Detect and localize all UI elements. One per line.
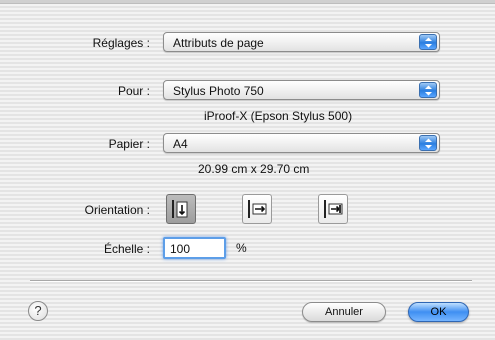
printer-description: iProof-X (Epson Stylus 500) <box>204 109 353 123</box>
orientation-landscape-left-button[interactable] <box>242 194 272 224</box>
landscape-right-icon <box>324 200 343 218</box>
scale-input-value: 100 <box>170 242 191 256</box>
format-for-popup-value: Stylus Photo 750 <box>173 84 264 98</box>
help-icon: ? <box>34 303 42 318</box>
paper-dimensions: 20.99 cm x 29.70 cm <box>198 162 310 176</box>
landscape-left-icon <box>248 200 267 218</box>
scale-label-text: Échelle <box>103 242 144 256</box>
divider <box>30 280 472 282</box>
scale-unit: % <box>236 241 247 255</box>
paper-label: Papier : <box>108 137 150 151</box>
format-for-popup[interactable]: Stylus Photo 750 <box>163 80 440 100</box>
orientation-label: Orientation : <box>84 203 150 217</box>
settings-label: Réglages : <box>92 36 150 50</box>
settings-popup[interactable]: Attributs de page <box>163 32 440 52</box>
portrait-orientation-icon <box>172 200 188 218</box>
paper-popup[interactable]: A4 <box>163 133 440 153</box>
settings-label-text: Réglages <box>92 36 144 50</box>
help-button[interactable]: ? <box>28 301 48 321</box>
popup-arrows-icon <box>419 34 437 50</box>
scale-label: Échelle : <box>103 242 150 256</box>
popup-arrows-icon <box>419 135 437 151</box>
paper-popup-value: A4 <box>173 137 188 151</box>
orientation-portrait-button[interactable] <box>166 194 196 224</box>
settings-popup-value: Attributs de page <box>173 36 264 50</box>
format-for-label-text: Pour <box>117 84 144 98</box>
cancel-button[interactable]: Annuler <box>302 302 386 322</box>
window-top-border <box>0 0 495 4</box>
format-for-label: Pour : <box>117 84 150 98</box>
paper-label-text: Papier <box>108 137 144 151</box>
scale-input[interactable]: 100 <box>163 237 226 259</box>
popup-arrows-icon <box>419 82 437 98</box>
ok-button[interactable]: OK <box>408 302 469 322</box>
orientation-label-text: Orientation <box>84 203 144 217</box>
orientation-landscape-right-button[interactable] <box>318 194 348 224</box>
